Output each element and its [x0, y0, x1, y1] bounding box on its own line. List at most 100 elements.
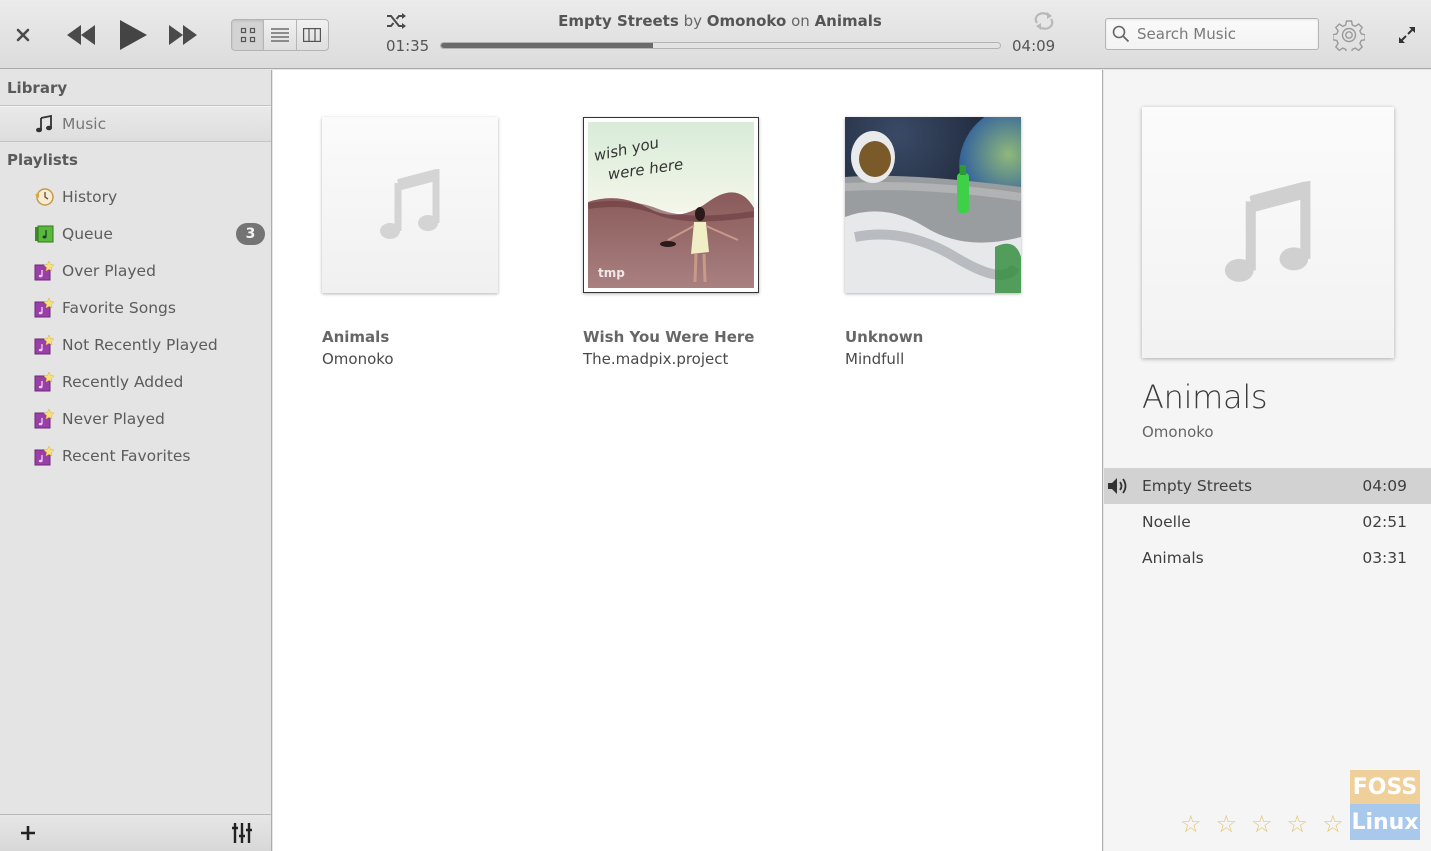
track-row[interactable]: Empty Streets 04:09	[1104, 468, 1431, 504]
sidebar-item-label: Not Recently Played	[62, 335, 218, 354]
track-name: Animals	[1142, 549, 1204, 567]
sidebar: Library Music Playlists History Queue 3 …	[0, 70, 272, 851]
cover-logo-text: tmp	[598, 266, 625, 280]
smart-playlist-icon	[34, 297, 54, 318]
fullscreen-button[interactable]	[1394, 22, 1420, 48]
fullscreen-icon	[1399, 27, 1415, 43]
search-box	[1105, 18, 1319, 50]
column-view-button[interactable]	[297, 20, 328, 50]
sidebar-item-not-recently-played[interactable]: Not Recently Played	[0, 326, 271, 363]
sidebar-item-label: Recent Favorites	[62, 446, 191, 465]
now-playing-album: Animals	[814, 12, 882, 30]
settings-button[interactable]	[1332, 18, 1366, 52]
equalizer-button[interactable]	[231, 822, 255, 846]
smart-playlist-icon	[34, 408, 54, 429]
album-artist: Mindfull	[845, 350, 905, 368]
history-clock-icon	[34, 187, 54, 207]
star-icon[interactable]: ☆	[1287, 812, 1309, 836]
watermark-top: FOSS	[1350, 770, 1420, 804]
smart-playlist-icon	[34, 445, 54, 466]
album-card[interactable]: wish you were here tmp Wish You Were Her…	[583, 117, 763, 368]
sidebar-footer	[0, 814, 271, 851]
album-cover-placeholder	[322, 117, 498, 293]
album-art-image: wish you were here tmp	[587, 122, 755, 288]
star-icon[interactable]: ☆	[1180, 812, 1202, 836]
track-name: Noelle	[1142, 513, 1191, 531]
smart-playlist-icon	[34, 371, 54, 392]
rewind-icon	[67, 25, 95, 45]
sidebar-item-queue[interactable]: Queue 3	[0, 215, 271, 252]
sidebar-item-music[interactable]: Music	[0, 106, 271, 142]
album-artist: The.madpix.project	[583, 350, 729, 368]
star-icon[interactable]: ☆	[1216, 812, 1238, 836]
library-heading: Library	[0, 70, 271, 106]
smart-playlist-icon	[34, 334, 54, 355]
total-time: 04:09	[1012, 37, 1056, 55]
album-card[interactable]: Unknown Mindfull	[845, 117, 1025, 368]
now-playing-artist: Omonoko	[706, 12, 787, 30]
play-icon	[120, 20, 147, 50]
album-cover-wish-you-were-here: wish you were here tmp	[583, 117, 759, 293]
seek-bar[interactable]	[440, 42, 1001, 49]
info-album-cover	[1142, 107, 1394, 358]
playlists-heading: Playlists	[7, 151, 78, 169]
now-playing-on: on	[791, 12, 810, 30]
album-title: Wish You Were Here	[583, 328, 755, 346]
grid-view-button[interactable]	[232, 20, 265, 50]
sidebar-item-label: Never Played	[62, 409, 165, 428]
equalizer-icon	[232, 823, 252, 843]
add-playlist-button[interactable]	[16, 821, 40, 845]
sidebar-item-never-played[interactable]: Never Played	[0, 400, 271, 437]
close-button[interactable]	[10, 22, 36, 48]
album-art-image	[845, 117, 1021, 293]
sidebar-item-recently-added[interactable]: Recently Added	[0, 363, 271, 400]
gear-icon	[1333, 20, 1365, 51]
info-album-title: Animals	[1142, 378, 1268, 416]
track-row[interactable]: Animals 03:31	[1104, 540, 1431, 576]
album-info-panel: Animals Omonoko Empty Streets 04:09 Noel…	[1104, 70, 1431, 851]
speaker-playing-icon	[1108, 478, 1127, 494]
list-view-icon	[270, 28, 289, 42]
track-duration: 04:09	[1362, 477, 1407, 495]
shuffle-icon	[387, 13, 406, 29]
album-artist: Omonoko	[322, 350, 394, 368]
header-bar: Empty Streets by Omonoko on Animals 01:3…	[0, 0, 1431, 69]
track-row[interactable]: Noelle 02:51	[1104, 504, 1431, 540]
grid-view-icon	[240, 27, 255, 43]
repeat-button[interactable]	[1031, 10, 1057, 32]
watermark-logo: FOSS Linux	[1350, 770, 1420, 840]
close-icon	[16, 28, 30, 42]
smart-playlist-icon	[34, 260, 54, 281]
sidebar-item-label: Queue	[62, 224, 113, 243]
previous-button[interactable]	[64, 20, 98, 50]
queue-icon	[34, 224, 54, 244]
queue-count-badge: 3	[236, 223, 265, 245]
track-duration: 03:31	[1362, 549, 1407, 567]
sidebar-item-over-played[interactable]: Over Played	[0, 252, 271, 289]
seek-bar-fill	[441, 43, 654, 48]
sidebar-item-label: History	[62, 187, 118, 206]
sidebar-item-history[interactable]: History	[0, 178, 271, 215]
music-note-icon	[1224, 180, 1311, 282]
sidebar-item-label: Favorite Songs	[62, 298, 176, 317]
now-playing-title: Empty Streets by Omonoko on Animals	[420, 12, 1020, 30]
shuffle-button[interactable]	[384, 10, 408, 32]
sidebar-item-label: Music	[62, 115, 107, 133]
search-input[interactable]	[1137, 25, 1307, 43]
sidebar-item-favorite-songs[interactable]: Favorite Songs	[0, 289, 271, 326]
track-name: Empty Streets	[1142, 477, 1253, 495]
column-view-icon	[303, 28, 322, 42]
next-button[interactable]	[166, 20, 200, 50]
watermark-bottom: Linux	[1350, 804, 1420, 840]
star-icon[interactable]: ☆	[1251, 812, 1273, 836]
repeat-icon	[1034, 12, 1054, 30]
now-playing-by: by	[683, 12, 702, 30]
album-card[interactable]: Animals Omonoko	[322, 117, 502, 368]
play-button[interactable]	[114, 16, 152, 54]
list-view-button[interactable]	[264, 20, 297, 50]
sidebar-item-recent-favorites[interactable]: Recent Favorites	[0, 437, 271, 474]
plus-icon	[21, 826, 35, 840]
elapsed-time: 01:35	[386, 37, 430, 55]
star-icon[interactable]: ☆	[1322, 812, 1344, 836]
album-cover-astronaut	[845, 117, 1021, 293]
